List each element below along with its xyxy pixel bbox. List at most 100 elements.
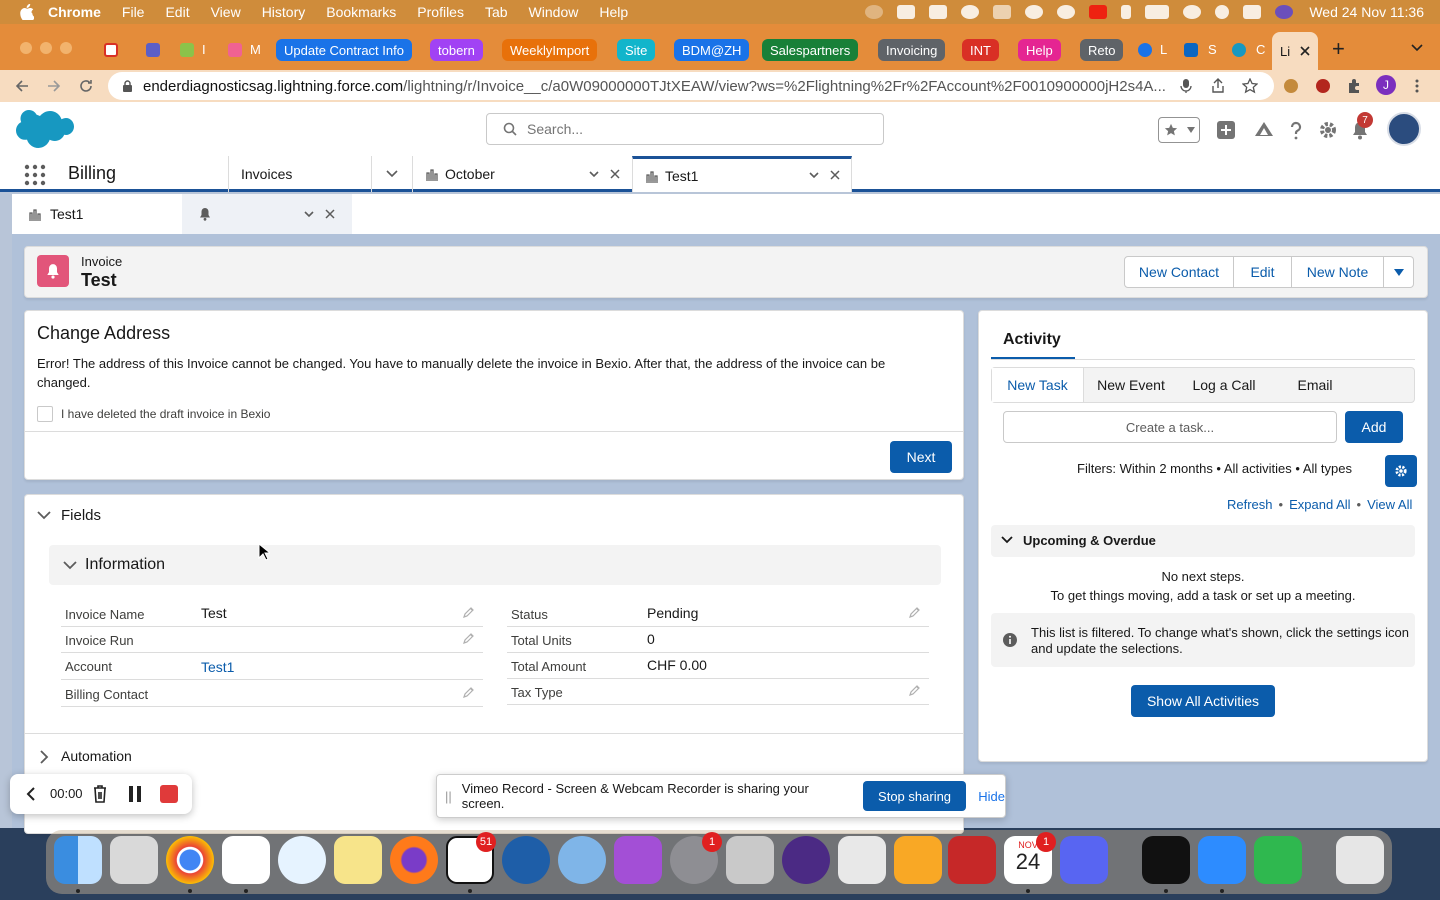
more-vert-icon[interactable]: [1414, 78, 1420, 94]
chevron-left-icon[interactable]: [26, 787, 36, 801]
tab-group-bdm[interactable]: BDM@ZH: [674, 39, 750, 61]
chevron-right-icon[interactable]: [39, 750, 49, 764]
chevron-down-icon[interactable]: [1410, 40, 1424, 54]
sublime-text-icon[interactable]: [894, 836, 942, 884]
tab-group-tobern[interactable]: tobern: [430, 39, 483, 61]
information-section-header[interactable]: Information: [49, 545, 941, 585]
chat-tab-icon[interactable]: [1138, 43, 1152, 57]
browser-tab-small[interactable]: M: [250, 38, 261, 60]
global-actions-plus-icon[interactable]: [1216, 120, 1236, 140]
user-avatar[interactable]: [1387, 112, 1421, 146]
menu-help[interactable]: Help: [599, 4, 628, 20]
nav-tab-test1[interactable]: Test1: [632, 156, 852, 192]
bexio-tab-icon[interactable]: [180, 43, 194, 57]
mountain-app-icon[interactable]: [502, 836, 550, 884]
menu-tab[interactable]: Tab: [485, 4, 508, 20]
close-icon[interactable]: [325, 209, 335, 219]
airdrop-icon[interactable]: [1057, 5, 1076, 19]
tab-group-int[interactable]: INT: [962, 39, 999, 61]
tab-new-event[interactable]: New Event: [1084, 368, 1178, 402]
share-icon[interactable]: [1210, 78, 1226, 94]
screen-record-icon[interactable]: [897, 5, 916, 19]
salesforce-logo[interactable]: [16, 110, 74, 150]
slack-icon[interactable]: [222, 836, 270, 884]
salesforce-tab-icon[interactable]: [1232, 43, 1246, 57]
chevron-down-icon[interactable]: [589, 171, 599, 178]
battery-icon[interactable]: [1145, 5, 1170, 19]
wifi-icon[interactable]: [1183, 5, 1202, 19]
tab-group-weeklyimport[interactable]: WeeklyImport: [502, 39, 598, 61]
browser-tab-small[interactable]: I: [202, 38, 206, 60]
notes-icon[interactable]: [334, 836, 382, 884]
puzzle-extensions-icon[interactable]: [1346, 78, 1362, 94]
tab-group-update-contract[interactable]: Update Contract Info: [276, 39, 412, 61]
assimil-icon[interactable]: [948, 836, 996, 884]
automation-section-title[interactable]: Automation: [61, 748, 132, 764]
menu-app-name[interactable]: Chrome: [48, 4, 101, 20]
nav-tab-invoices[interactable]: Invoices: [228, 156, 410, 192]
browser-tab-small[interactable]: L: [1160, 38, 1167, 60]
next-button[interactable]: Next: [890, 441, 952, 473]
menu-bookmarks[interactable]: Bookmarks: [326, 4, 396, 20]
app-launcher-icon[interactable]: [24, 164, 46, 186]
siri-icon[interactable]: [1275, 5, 1294, 19]
edit-pencil-icon[interactable]: [463, 606, 475, 618]
firefox-icon[interactable]: [390, 836, 438, 884]
window-minimize-button[interactable]: [40, 42, 52, 54]
extension-icon[interactable]: [929, 5, 948, 19]
fields-section-title[interactable]: Fields: [61, 507, 101, 524]
audio-app-icon[interactable]: [782, 836, 830, 884]
deleted-invoice-checkbox[interactable]: [37, 406, 53, 422]
tab-group-help[interactable]: Help: [1018, 39, 1061, 61]
menu-clock[interactable]: Wed 24 Nov 11:36: [1309, 4, 1424, 20]
atom-icon[interactable]: [278, 836, 326, 884]
address-bar[interactable]: enderdiagnosticsag.lightning.force.com/l…: [108, 72, 1274, 100]
zoom-icon[interactable]: [1198, 836, 1246, 884]
gmail-tab-icon[interactable]: [104, 43, 118, 57]
menu-file[interactable]: File: [122, 4, 145, 20]
expand-all-link[interactable]: Expand All: [1289, 497, 1350, 512]
podcasts-icon[interactable]: [614, 836, 662, 884]
nav-menu-button[interactable]: [371, 156, 411, 192]
edit-pencil-icon[interactable]: [909, 606, 921, 618]
edit-pencil-icon[interactable]: [463, 632, 475, 644]
status-icon[interactable]: [865, 5, 884, 19]
refresh-link[interactable]: Refresh: [1227, 497, 1273, 512]
view-all-link[interactable]: View All: [1367, 497, 1412, 512]
tableplus-icon[interactable]: [558, 836, 606, 884]
bluetooth-icon[interactable]: [1121, 5, 1132, 19]
new-note-button[interactable]: New Note: [1292, 256, 1384, 288]
menu-profiles[interactable]: Profiles: [417, 4, 464, 20]
upcoming-overdue-header[interactable]: Upcoming & Overdue: [991, 525, 1415, 557]
new-tab-button[interactable]: +: [1332, 36, 1345, 62]
chevron-down-icon[interactable]: [304, 211, 314, 218]
create-task-input[interactable]: Create a task...: [1003, 411, 1337, 443]
discord-icon[interactable]: [1060, 836, 1108, 884]
trash-icon[interactable]: [1336, 836, 1384, 884]
nav-tab-october[interactable]: October: [412, 156, 632, 192]
spotlight-icon[interactable]: [1215, 5, 1230, 19]
account-link[interactable]: Test1: [201, 659, 234, 675]
app-tab-icon[interactable]: [228, 43, 242, 57]
drag-handle-icon[interactable]: ||: [445, 789, 452, 804]
activity-title[interactable]: Activity: [1003, 331, 1061, 349]
browser-tab-small[interactable]: C: [1256, 38, 1265, 60]
pause-icon[interactable]: [128, 785, 142, 803]
hide-button[interactable]: Hide: [978, 789, 1005, 804]
close-icon[interactable]: [610, 169, 620, 179]
trailhead-icon[interactable]: [1254, 120, 1274, 140]
tab-email[interactable]: Email: [1270, 368, 1360, 402]
cloud-icon[interactable]: [993, 5, 1012, 19]
new-contact-button[interactable]: New Contact: [1124, 256, 1234, 288]
menu-history[interactable]: History: [262, 4, 306, 20]
tab-group-invoicing[interactable]: Invoicing: [878, 39, 946, 61]
help-icon[interactable]: [1286, 120, 1306, 140]
show-all-activities-button[interactable]: Show All Activities: [1131, 685, 1275, 717]
active-browser-tab[interactable]: Li: [1272, 32, 1318, 70]
swiss-flag-icon[interactable]: [1089, 5, 1108, 19]
activity-settings-button[interactable]: [1385, 455, 1417, 487]
tab-new-task[interactable]: New Task: [992, 368, 1084, 402]
chrome-icon[interactable]: [166, 836, 214, 884]
browser-tab-small[interactable]: S: [1208, 38, 1217, 60]
apple-tv-icon[interactable]: [1142, 836, 1190, 884]
